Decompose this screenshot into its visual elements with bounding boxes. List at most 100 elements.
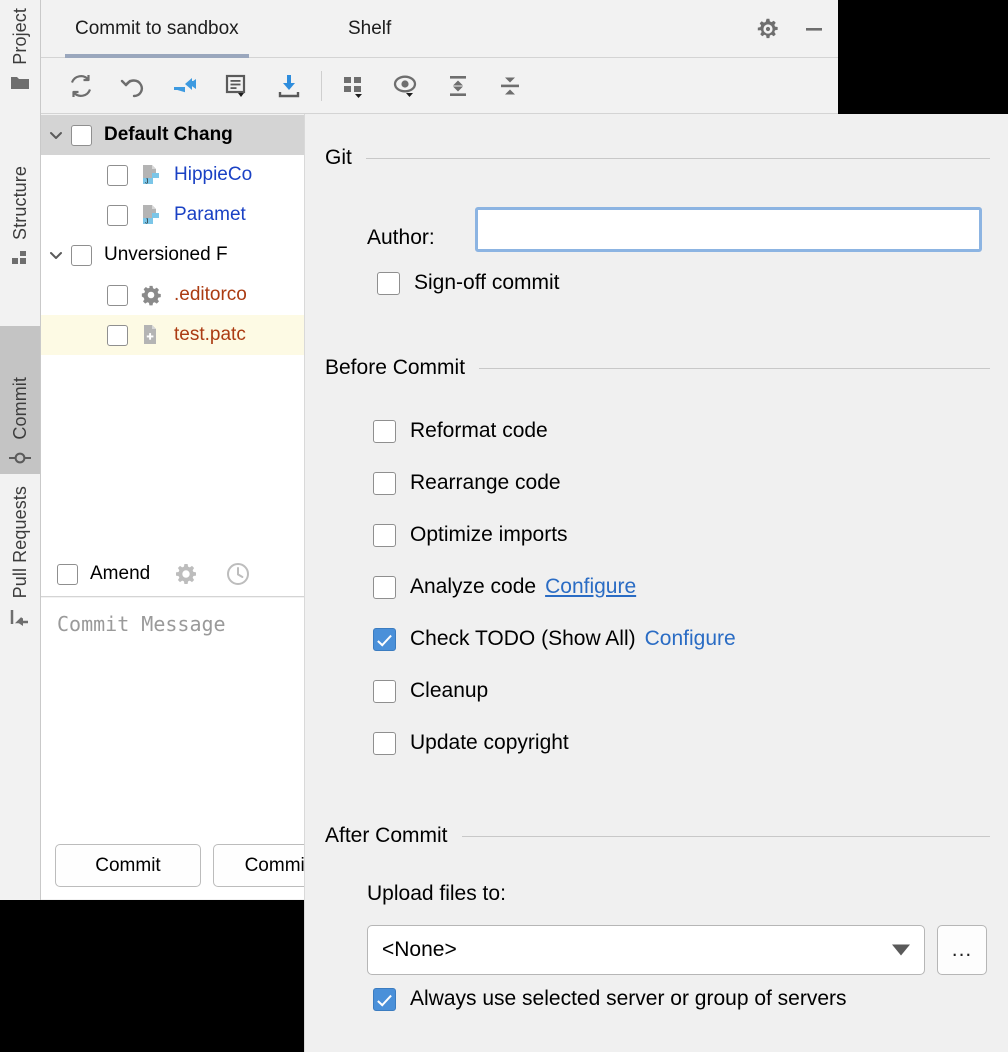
sidebar-item-project[interactable]: Project (0, 6, 40, 99)
analyze-code-configure-link[interactable]: Configure (545, 575, 636, 599)
file-name: HippieCo (174, 164, 253, 185)
commit-button[interactable]: Commit (55, 844, 201, 887)
tool-window-tabbar: Commit to sandbox Shelf (41, 0, 838, 58)
tab-label: Commit to sandbox (75, 18, 239, 39)
section-title: After Commit (325, 824, 448, 847)
update-copyright-checkbox[interactable] (373, 731, 396, 755)
sidebar-item-label: Pull Requests (9, 486, 30, 599)
optimize-imports-checkbox[interactable] (373, 523, 396, 547)
row-checkbox[interactable] (107, 324, 128, 346)
preview-diff-icon[interactable] (380, 64, 432, 108)
author-field[interactable] (475, 207, 982, 252)
sidebar-item-pull-requests[interactable]: Pull Requests (0, 484, 40, 634)
upload-files-label: Upload files to: (367, 882, 506, 905)
analyze-code-row[interactable]: Analyze code Configure (373, 575, 636, 599)
analyze-code-checkbox[interactable] (373, 575, 396, 599)
check-todo-configure-link[interactable]: Configure (645, 627, 736, 651)
group-by-icon[interactable] (328, 64, 380, 108)
folder-icon (10, 75, 30, 97)
amend-checkbox[interactable] (57, 563, 78, 585)
update-project-icon[interactable] (263, 64, 315, 108)
upload-server-select[interactable]: <None> (367, 925, 925, 975)
signoff-commit-checkbox[interactable] (377, 271, 400, 295)
update-copyright-row[interactable]: Update copyright (373, 731, 569, 755)
tool-window-stripe: Project Structure Commit Pull Requests (0, 0, 41, 900)
commit-options-panel: Git Author: Sign-off commit Before Commi… (304, 114, 1008, 1052)
svg-text:J: J (145, 218, 149, 225)
rearrange-code-label: Rearrange code (410, 471, 561, 494)
row-checkbox[interactable] (107, 284, 128, 306)
structure-icon (10, 250, 30, 272)
changelist-name: Default Chang (104, 124, 233, 145)
always-use-server-row[interactable]: Always use selected server or group of s… (373, 987, 847, 1011)
section-divider (461, 835, 990, 837)
gear-icon[interactable] (172, 560, 200, 588)
commit-node-icon (9, 450, 31, 472)
sidebar-item-label: Commit (9, 377, 30, 440)
section-after-commit: After Commit (325, 824, 990, 848)
desktop-background: Project Structure Commit Pull Requests C… (0, 0, 1008, 1052)
chevron-down-icon[interactable] (41, 127, 71, 143)
cleanup-label: Cleanup (410, 679, 489, 702)
row-checkbox[interactable] (107, 204, 128, 226)
java-file-icon: J (140, 164, 166, 186)
diff-icon[interactable] (159, 64, 211, 108)
browse-servers-button[interactable]: ... (937, 925, 987, 975)
upload-server-value: <None> (382, 938, 457, 961)
section-title: Before Commit (325, 356, 466, 379)
analyze-code-label: Analyze code (410, 575, 537, 598)
sidebar-item-label: Project (9, 8, 30, 65)
sidebar-item-label: Structure (9, 166, 30, 240)
row-checkbox[interactable] (107, 164, 128, 186)
always-use-server-checkbox[interactable] (373, 987, 396, 1011)
cleanup-checkbox[interactable] (373, 679, 396, 703)
reformat-code-label: Reformat code (410, 419, 548, 442)
check-todo-checkbox[interactable] (373, 627, 396, 651)
section-divider (365, 157, 990, 159)
optimize-imports-row[interactable]: Optimize imports (373, 523, 568, 547)
amend-label: Amend (90, 563, 151, 584)
java-file-icon: J (140, 204, 166, 226)
file-name: .editorco (174, 284, 247, 305)
tab-label: Shelf (348, 18, 392, 39)
chevron-down-icon (892, 944, 910, 956)
sidebar-item-commit[interactable]: Commit (0, 326, 40, 474)
tab-commit-to-sandbox[interactable]: Commit to sandbox (53, 0, 261, 58)
always-use-server-label: Always use selected server or group of s… (410, 987, 847, 1010)
pull-request-icon (9, 608, 31, 632)
sidebar-item-structure[interactable]: Structure (0, 164, 40, 274)
changelist-name: Unversioned F (104, 244, 228, 265)
gear-file-icon (140, 284, 166, 306)
rollback-icon[interactable] (107, 64, 159, 108)
expand-all-icon[interactable] (432, 64, 484, 108)
history-icon[interactable] (224, 560, 252, 588)
signoff-commit-row[interactable]: Sign-off commit (377, 271, 560, 295)
reformat-code-checkbox[interactable] (373, 419, 396, 443)
commit-message-icon[interactable] (211, 64, 263, 108)
section-divider (479, 367, 990, 369)
svg-text:J: J (145, 178, 149, 185)
update-copyright-label: Update copyright (410, 731, 569, 754)
row-checkbox[interactable] (71, 244, 92, 266)
chevron-down-icon[interactable] (41, 247, 71, 263)
patch-file-icon (140, 324, 166, 346)
refresh-icon[interactable] (55, 64, 107, 108)
check-todo-row[interactable]: Check TODO (Show All) Configure (373, 627, 736, 651)
cleanup-row[interactable]: Cleanup (373, 679, 488, 703)
optimize-imports-label: Optimize imports (410, 523, 568, 546)
minimize-icon[interactable] (800, 15, 828, 43)
row-checkbox[interactable] (71, 124, 92, 146)
rearrange-code-checkbox[interactable] (373, 471, 396, 495)
collapse-all-icon[interactable] (484, 64, 536, 108)
signoff-commit-label: Sign-off commit (414, 271, 560, 294)
section-title: Git (325, 146, 352, 169)
toolbar-separator (321, 70, 322, 101)
commit-toolbar (41, 58, 838, 114)
reformat-code-row[interactable]: Reformat code (373, 419, 548, 443)
gear-icon[interactable] (754, 15, 782, 43)
rearrange-code-row[interactable]: Rearrange code (373, 471, 561, 495)
tabbar-actions (754, 0, 828, 58)
section-before-commit: Before Commit (325, 356, 990, 380)
tab-shelf[interactable]: Shelf (326, 0, 413, 58)
check-todo-label: Check TODO (Show All) (410, 627, 636, 650)
